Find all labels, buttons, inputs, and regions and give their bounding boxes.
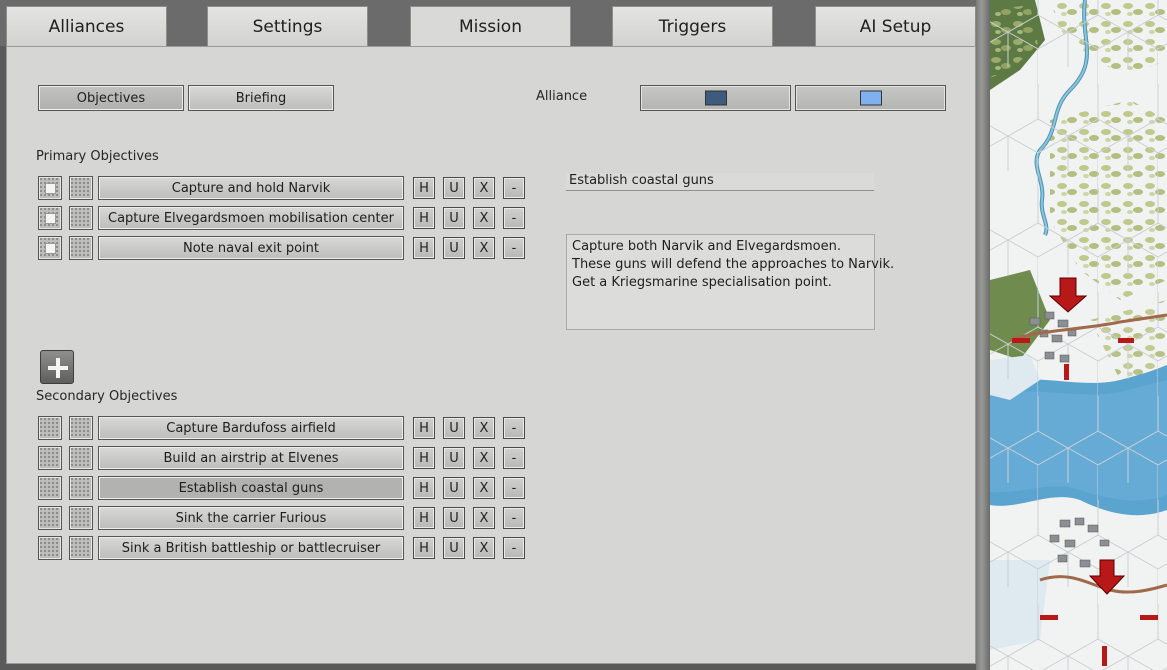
hide-button[interactable]: H xyxy=(413,507,435,529)
primary-checkbox[interactable] xyxy=(38,236,62,260)
description-line: Get a Kriegsmarine specialisation point. xyxy=(572,275,832,290)
description-line: These guns will defend the approaches to… xyxy=(572,257,895,272)
checkbox-box xyxy=(45,183,56,194)
primary-objectives-heading: Primary Objectives xyxy=(36,149,159,164)
up-button[interactable]: U xyxy=(443,447,465,469)
hide-button[interactable]: H xyxy=(413,237,435,259)
primary-color-toggle[interactable] xyxy=(69,236,93,260)
add-objective-button[interactable] xyxy=(40,350,74,384)
objective-button[interactable]: Capture Bardufoss airfield xyxy=(98,416,404,440)
primary-color-toggle[interactable] xyxy=(69,176,93,200)
delete-button[interactable]: X xyxy=(473,447,495,469)
primary-checkbox[interactable] xyxy=(38,206,62,230)
objectives-subtab[interactable]: Objectives xyxy=(38,85,184,111)
minus-button[interactable]: - xyxy=(503,507,525,529)
secondary-objectives-heading: Secondary Objectives xyxy=(36,389,178,404)
objective-button-selected[interactable]: Establish coastal guns xyxy=(98,476,404,500)
delete-button[interactable]: X xyxy=(473,177,495,199)
up-button[interactable]: U xyxy=(443,417,465,439)
up-button[interactable]: U xyxy=(443,237,465,259)
up-button[interactable]: U xyxy=(443,477,465,499)
tab-settings[interactable]: Settings xyxy=(207,6,368,46)
delete-button[interactable]: X xyxy=(473,537,495,559)
hide-button[interactable]: H xyxy=(413,417,435,439)
objective-button[interactable]: Capture and hold Narvik xyxy=(98,176,404,200)
primary-color-toggle[interactable] xyxy=(69,206,93,230)
up-button[interactable]: U xyxy=(443,177,465,199)
minus-button[interactable]: - xyxy=(503,537,525,559)
hide-button[interactable]: H xyxy=(413,207,435,229)
secondary-color-toggle[interactable] xyxy=(69,536,93,560)
up-button[interactable]: U xyxy=(443,537,465,559)
tab-alliances[interactable]: Alliances xyxy=(6,6,167,46)
minus-button[interactable]: - xyxy=(503,477,525,499)
up-button[interactable]: U xyxy=(443,207,465,229)
minus-button[interactable]: - xyxy=(503,237,525,259)
objective-button[interactable]: Build an airstrip at Elvenes xyxy=(98,446,404,470)
delete-button[interactable]: X xyxy=(473,477,495,499)
minus-button[interactable]: - xyxy=(503,447,525,469)
objective-button[interactable]: Sink the carrier Furious xyxy=(98,506,404,530)
minus-button[interactable]: - xyxy=(503,207,525,229)
hide-button[interactable]: H xyxy=(413,177,435,199)
alliance-1-swatch xyxy=(704,90,727,106)
alliance-2-button[interactable] xyxy=(795,85,946,111)
objective-button[interactable]: Note naval exit point xyxy=(98,236,404,260)
tab-ai-setup[interactable]: AI Setup xyxy=(815,6,976,46)
secondary-color-toggle[interactable] xyxy=(69,416,93,440)
objective-button[interactable]: Sink a British battleship or battlecruis… xyxy=(98,536,404,560)
delete-button[interactable]: X xyxy=(473,207,495,229)
alliance-2-swatch xyxy=(859,90,882,106)
hide-button[interactable]: H xyxy=(413,537,435,559)
secondary-checkbox[interactable] xyxy=(38,446,62,470)
secondary-color-toggle[interactable] xyxy=(69,446,93,470)
secondary-checkbox[interactable] xyxy=(38,506,62,530)
up-button[interactable]: U xyxy=(443,507,465,529)
mission-content xyxy=(6,46,976,664)
secondary-color-toggle[interactable] xyxy=(69,506,93,530)
objective-title-field[interactable]: Establish coastal guns xyxy=(566,173,874,191)
secondary-color-toggle[interactable] xyxy=(69,476,93,500)
hex-map[interactable] xyxy=(990,0,1167,670)
briefing-subtab[interactable]: Briefing xyxy=(188,85,334,111)
hide-button[interactable]: H xyxy=(413,447,435,469)
panel-edge xyxy=(976,0,990,670)
hide-button[interactable]: H xyxy=(413,477,435,499)
alliance-1-button[interactable] xyxy=(640,85,791,111)
alliance-label: Alliance xyxy=(536,89,588,104)
tab-bar: Alliances Settings Mission Triggers AI S… xyxy=(0,0,990,47)
checkbox-box xyxy=(45,243,56,254)
tab-triggers[interactable]: Triggers xyxy=(612,6,773,46)
delete-button[interactable]: X xyxy=(473,237,495,259)
primary-checkbox[interactable] xyxy=(38,176,62,200)
objective-description-field[interactable]: Capture both Narvik and Elvegardsmoen. T… xyxy=(566,234,895,330)
description-line: Capture both Narvik and Elvegardsmoen. xyxy=(572,239,841,254)
objective-button[interactable]: Capture Elvegardsmoen mobilisation cente… xyxy=(98,206,404,230)
delete-button[interactable]: X xyxy=(473,417,495,439)
minus-button[interactable]: - xyxy=(503,417,525,439)
scenario-editor-panel: Alliances Settings Mission Triggers AI S… xyxy=(0,0,990,670)
map-graphic xyxy=(990,0,1167,670)
secondary-checkbox[interactable] xyxy=(38,416,62,440)
minus-button[interactable]: - xyxy=(503,177,525,199)
tab-mission[interactable]: Mission xyxy=(410,6,571,47)
checkbox-box xyxy=(45,213,56,224)
secondary-checkbox[interactable] xyxy=(38,536,62,560)
delete-button[interactable]: X xyxy=(473,507,495,529)
secondary-checkbox[interactable] xyxy=(38,476,62,500)
